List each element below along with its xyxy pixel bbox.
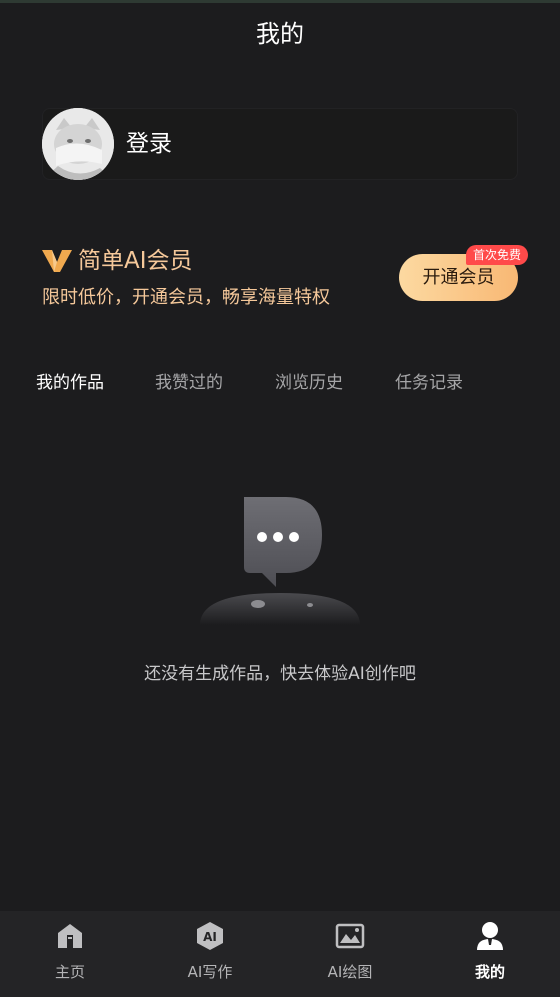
ai-drawing-icon: [335, 923, 365, 949]
nav-profile[interactable]: 我的: [420, 911, 560, 997]
vip-title: 简单AI会员: [78, 248, 193, 274]
nav-home[interactable]: 主页: [0, 911, 140, 997]
nav-ai-writing-label: AI写作: [187, 963, 233, 981]
nav-ai-writing[interactable]: AI AI写作: [140, 911, 280, 997]
nav-home-label: 主页: [54, 963, 85, 981]
tab-liked[interactable]: 我赞过的: [155, 370, 223, 396]
nav-ai-drawing-label: AI绘图: [327, 963, 373, 981]
login-label[interactable]: 登录: [126, 128, 172, 160]
empty-state-text: 还没有生成作品，快去体验AI创作吧: [144, 664, 416, 684]
cat-avatar-icon: [42, 108, 114, 180]
empty-chat-bubble-icon: [200, 497, 360, 625]
tab-my-works[interactable]: 我的作品: [36, 370, 104, 396]
profile-page: 我的 登录 简单AI会员 限时低价，开通会员，畅享海量特权 开通会员 首次免费 …: [0, 0, 560, 997]
ai-writing-icon: AI: [197, 922, 223, 950]
tab-history[interactable]: 浏览历史: [275, 370, 343, 396]
first-free-badge: 首次免费: [466, 245, 528, 265]
works-tabs: 我的作品 我赞过的 浏览历史 任务记录: [0, 370, 560, 396]
bottom-nav: 主页 AI AI写作 AI绘图 我的: [0, 911, 560, 997]
avatar[interactable]: [42, 108, 114, 180]
nav-profile-label: 我的: [474, 963, 505, 981]
vip-subtitle: 限时低价，开通会员，畅享海量特权: [42, 287, 330, 308]
svg-text:AI: AI: [203, 930, 217, 944]
nav-ai-drawing[interactable]: AI绘图: [280, 911, 420, 997]
profile-icon: [477, 922, 503, 950]
page-title: 我的: [256, 20, 304, 48]
tab-task-records[interactable]: 任务记录: [395, 370, 463, 396]
status-strip: [0, 0, 560, 3]
vip-v-icon: [42, 250, 72, 272]
home-icon: [58, 924, 82, 948]
